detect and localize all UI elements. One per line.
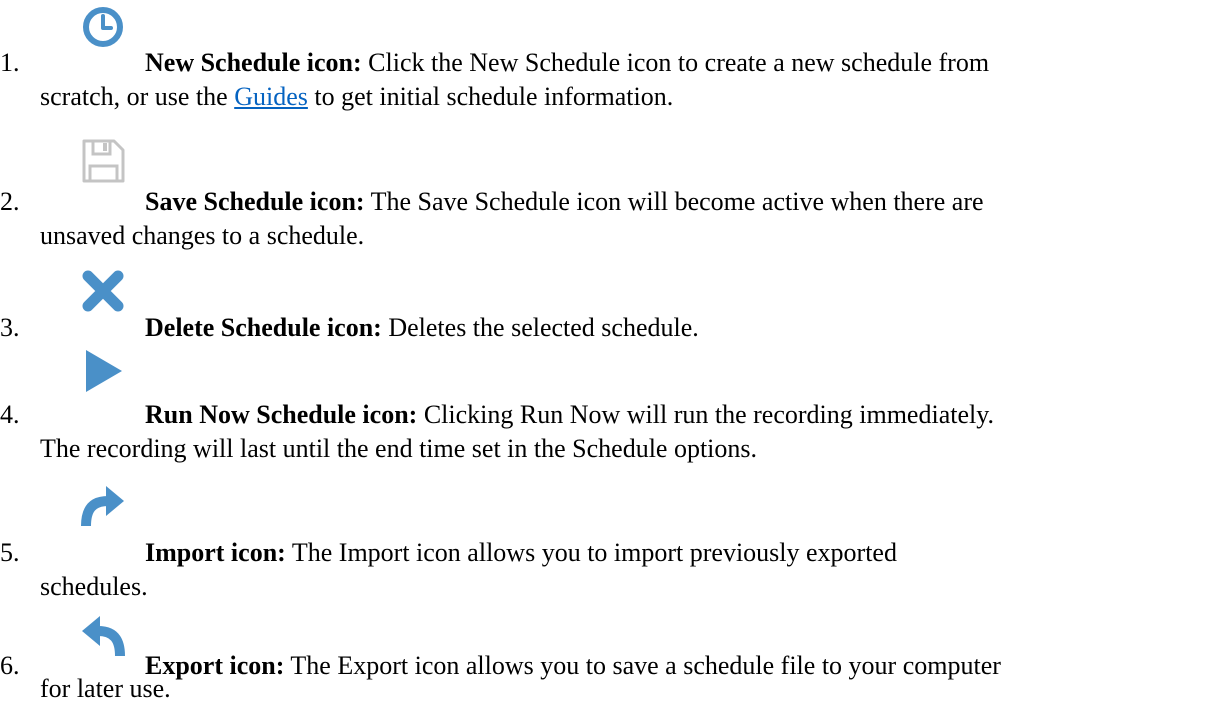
item-number: 5. — [0, 538, 20, 567]
item-label: Save Schedule icon: — [145, 187, 365, 216]
save-floppy-icon — [80, 138, 126, 184]
item-text: The Save Schedule icon will become activ… — [364, 187, 984, 216]
import-arrow-icon — [80, 482, 126, 528]
export-arrow-icon — [80, 612, 126, 658]
item-number: 3. — [0, 313, 20, 342]
item-label: New Schedule icon: — [145, 48, 362, 77]
item-first-line: Export icon: The Export icon allows you … — [145, 651, 1001, 681]
item-label: Run Now Schedule icon: — [145, 400, 418, 429]
item-text: Click the New Schedule icon to create a … — [361, 48, 990, 77]
item-text-before-link: scratch, or use the — [40, 82, 235, 111]
delete-x-icon — [80, 268, 126, 314]
clock-icon — [80, 4, 126, 50]
guides-link[interactable]: Guides — [234, 82, 308, 111]
item-number: 2. — [0, 187, 20, 216]
item-number: 4. — [0, 400, 20, 429]
item-first-line: New Schedule icon: Click the New Schedul… — [145, 48, 989, 78]
item-first-line: Run Now Schedule icon: Clicking Run Now … — [145, 400, 994, 430]
item-number: 6. — [0, 651, 20, 680]
item-label: Import icon: — [145, 538, 286, 567]
item-first-line: Import icon: The Import icon allows you … — [145, 538, 897, 568]
item-second-line: scratch, or use the Guides to get initia… — [40, 82, 673, 112]
item-second-line: schedules. — [40, 572, 148, 601]
item-first-line: Delete Schedule icon: Deletes the select… — [145, 313, 699, 343]
item-text: Clicking Run Now will run the recording … — [417, 400, 995, 429]
item-first-line: Save Schedule icon: The Save Schedule ic… — [145, 187, 984, 217]
item-second-line: unsaved changes to a schedule. — [40, 221, 365, 250]
item-text: Deletes the selected schedule. — [381, 313, 699, 342]
item-label: Delete Schedule icon: — [145, 313, 382, 342]
item-text-after-link: to get initial schedule information. — [307, 82, 674, 111]
item-number: 1. — [0, 48, 20, 77]
item-text: The Export icon allows you to save a sch… — [284, 651, 1001, 680]
item-text: The Import icon allows you to import pre… — [285, 538, 897, 567]
play-icon — [80, 348, 126, 394]
item-second-line: The recording will last until the end ti… — [40, 434, 758, 463]
